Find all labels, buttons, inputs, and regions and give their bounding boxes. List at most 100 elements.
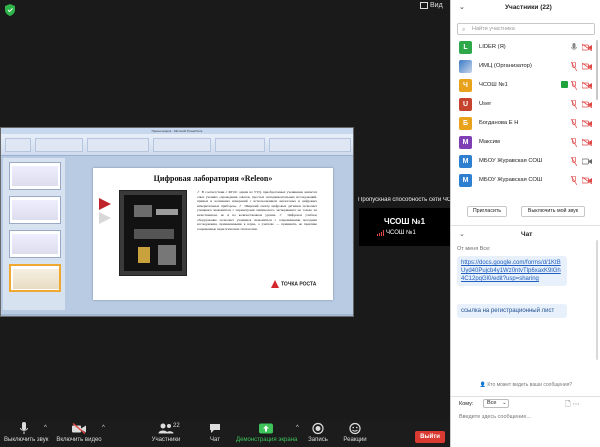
avatar: М [459,155,472,168]
mute-me-button[interactable]: Выключить мой звук [521,206,585,217]
to-label: Кому: [459,401,474,407]
meeting-toolbar: Выключить звук ^ Включить видео ^ Участн… [0,420,450,447]
microphone-muted-icon[interactable] [571,81,577,90]
microphone-muted-icon[interactable] [571,157,577,166]
video-off-icon[interactable] [582,63,592,70]
participant-row[interactable]: U User [451,95,600,114]
participant-row[interactable]: Б Богданова Е Н [451,114,600,133]
participant-row[interactable]: М Максим [451,133,600,152]
participant-list: L LIDER (Я) ИМЦ (Организатор) Ч ЧСОШ №1 … [451,38,600,196]
participants-scrollbar[interactable] [596,40,598,100]
slide-thumb [9,162,61,190]
microphone-muted-icon[interactable] [571,176,577,185]
view-label: Вид [430,2,443,9]
participant-name: Максим [479,139,500,145]
participant-name: User [479,101,492,107]
avatar: М [459,174,472,187]
chat-header: ⌄ Чат [451,225,600,239]
participant-row[interactable]: L LIDER (Я) [451,38,600,57]
participant-name: ЧСОШ №1 [479,82,508,88]
participants-count: 22 [173,423,180,429]
chat-title: Чат [521,231,533,238]
video-button[interactable]: Включить видео [56,422,102,443]
slide-thumbnails [3,158,65,310]
participant-search-input[interactable]: ⌕ Найти участника [457,23,595,35]
participant-name: ИМЦ (Организатор) [479,63,532,69]
ppt-workspace: Цифровая лаборатория «Releon» ✓ В соотве… [1,156,353,314]
participant-name: МБОУ Журавская СОШ [479,158,543,164]
meeting-stage: Вид Презентация1 - Microsoft PowerPoint [0,0,450,420]
video-off-icon[interactable] [582,139,592,146]
video-tile[interactable]: ЧСОШ №1 ЧСОШ №1 [359,208,450,246]
chat-scrollbar[interactable] [596,240,598,360]
microphone-muted-icon[interactable] [571,138,577,147]
participant-name: МБОУ Журавская СОШ [479,177,543,183]
record-icon [312,422,324,435]
current-slide: Цифровая лаборатория «Releon» ✓ В соотве… [93,168,333,300]
view-button[interactable]: Вид [420,2,443,9]
chat-sender-line: От меня Все: [457,246,491,252]
zoom-window: Вид Презентация1 - Microsoft PowerPoint [0,0,600,447]
chat-bubble-icon [210,424,220,433]
chat-recipient-row: Кому: Все ⌄ 🗋 ⋯ [451,396,600,410]
collapse-chevron-icon[interactable]: ⌄ [459,230,465,238]
slide-body-text: ✓ В соответствии с ФГОС одним из УУД, пр… [197,190,317,231]
smiley-icon [349,422,361,435]
slide-title: Цифровая лаборатория «Releon» [153,174,273,183]
leave-button[interactable]: Выйти [415,431,445,443]
screen-share-badge-icon [561,81,568,88]
chat-file-icon[interactable]: 🗋 ⋯ [565,400,580,411]
avatar: Б [459,117,472,130]
tile-subtitle: ЧСОШ №1 [377,230,416,236]
microphone-muted-icon[interactable] [571,62,577,71]
avatar: U [459,98,472,111]
tile-name: ЧСОШ №1 [383,217,426,226]
chat-message-input[interactable] [459,411,593,423]
participant-row[interactable]: ИМЦ (Организатор) [451,57,600,76]
share-screen-button[interactable]: Демонстрация экрана [236,422,297,443]
participant-row[interactable]: М МБОУ Журавская СОШ [451,171,600,190]
collapse-chevron-icon[interactable]: ⌄ [459,3,465,11]
slide-thumb [9,230,61,258]
participants-header: ⌄ Участники (22) [451,0,600,15]
search-icon: ⌕ [462,27,466,33]
video-off-icon[interactable] [582,177,592,184]
chat-message: ссылка на регистрационный лист [457,304,567,318]
avatar: М [459,136,472,149]
participant-row[interactable]: Ч ЧСОШ №1 [451,76,600,95]
video-off-icon[interactable] [582,82,592,89]
chevron-up-icon[interactable]: ^ [44,425,47,431]
microphone-muted-icon[interactable] [571,100,577,109]
video-off-icon[interactable] [582,120,592,127]
microphone-icon [20,422,28,434]
avatar: Ч [459,79,472,92]
record-button[interactable]: Запись [306,422,330,443]
mute-button[interactable]: Выключить звук [4,422,48,443]
shared-screen: Презентация1 - Microsoft PowerPoint Цифр… [0,127,354,317]
security-shield-icon[interactable] [5,4,15,16]
recipient-select[interactable]: Все ⌄ [483,399,510,408]
microphone-muted-icon[interactable] [571,119,577,128]
avatar: L [459,41,472,54]
side-panel: ⌄ Участники (22) ⌕ Найти участника L LID… [450,0,600,447]
reactions-button[interactable]: Реакции [342,422,368,443]
chat-message-link[interactable]: https://docs.google.com/forms/d/1KtBUyd4… [457,256,567,286]
grid-view-icon [420,2,428,9]
video-off-icon[interactable] [582,101,592,108]
avatar [459,60,472,73]
chevron-up-icon[interactable]: ^ [296,425,299,431]
lab-case-photo [119,190,187,276]
chevron-down-icon: ⌄ [502,400,507,406]
share-screen-icon [259,423,273,434]
chat-button[interactable]: Чат [204,422,226,443]
chevron-up-icon[interactable]: ^ [102,425,105,431]
invite-button[interactable]: Пригласить [467,206,507,217]
tochka-rosta-logo: ТОЧКА РОСТА [271,280,316,288]
video-off-icon[interactable] [582,44,592,51]
participant-row[interactable]: М МБОУ Журавская СОШ [451,152,600,171]
slide-thumb [9,196,61,224]
video-icon[interactable] [582,158,592,165]
who-can-see-link[interactable]: 👤 Кто может видеть ваши сообщения? [451,382,600,388]
signal-bars-icon [377,230,384,236]
microphone-icon[interactable] [571,43,577,52]
